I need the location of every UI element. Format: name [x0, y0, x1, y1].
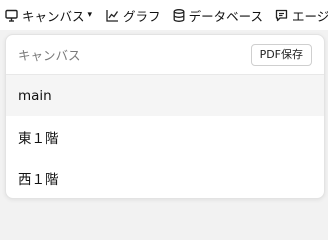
database-menu-label: データベース [188, 8, 263, 24]
chevron-down-icon: ▾ [87, 10, 93, 20]
graph-menu-button[interactable]: グラフ [101, 0, 168, 30]
canvas-icon [5, 9, 18, 22]
canvas-dropdown-panel: キャンバス PDF保存 main 東１階 西１階 [5, 34, 325, 199]
canvas-item-main[interactable]: main [6, 75, 324, 116]
agent-menu-button[interactable]: エージ [270, 0, 328, 30]
canvas-menu-label: キャンバス [22, 8, 85, 24]
panel-title: キャンバス [18, 48, 81, 63]
canvas-item-west-1f[interactable]: 西１階 [6, 157, 324, 198]
panel-header: キャンバス PDF保存 [6, 35, 324, 75]
canvas-item-east-1f[interactable]: 東１階 [6, 116, 324, 157]
pdf-save-button[interactable]: PDF保存 [250, 43, 312, 66]
chart-icon [106, 9, 119, 22]
chat-icon [275, 9, 288, 21]
graph-menu-label: グラフ [123, 8, 161, 24]
database-icon [173, 8, 185, 22]
database-menu-button[interactable]: データベース [168, 0, 270, 30]
canvas-menu-button[interactable]: キャンバス ▾ [0, 0, 101, 30]
top-toolbar: キャンバス ▾ グラフ データベース エージ [0, 0, 328, 30]
agent-menu-label: エージ [291, 8, 328, 24]
